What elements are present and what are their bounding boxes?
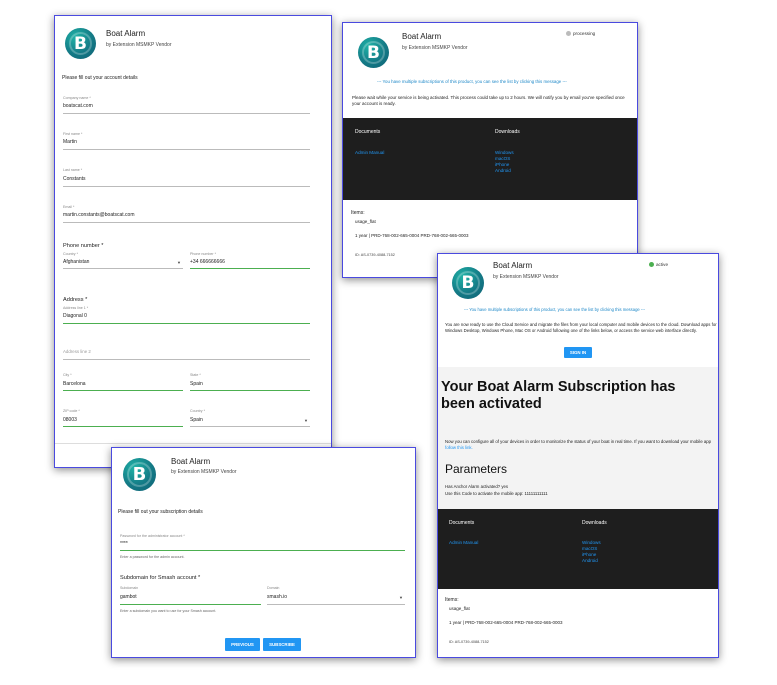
download-windows-link[interactable]: Windows (495, 150, 514, 155)
city-field[interactable]: Barcelona (63, 381, 86, 387)
subdomain-field[interactable]: gambot (120, 594, 137, 600)
item-name: usage_flat (355, 219, 376, 224)
processing-panel: B Boat Alarm by Extension MSMKP Vendor p… (342, 22, 638, 278)
vendor-label: by Extension MSMKP Vendor (493, 274, 559, 280)
item-line: 1 year | PRD-768-002-665-0004 PRD-768-00… (449, 620, 563, 625)
item-name: usage_flat (449, 606, 470, 611)
items-title: Items: (445, 597, 459, 603)
address-section-title: Address * (63, 297, 88, 303)
domain-select[interactable]: smash.io (267, 594, 287, 600)
vendor-label: by Extension MSMKP Vendor (171, 469, 237, 475)
account-details-panel: B Boat Alarm by Extension MSMKP Vendor P… (54, 15, 332, 468)
vendor-label: by Extension MSMKP Vendor (106, 42, 172, 48)
check-circle-icon (649, 262, 654, 267)
admin-manual-link[interactable]: Admin Manual (449, 540, 478, 545)
download-iphone-link[interactable]: iPhone (495, 162, 509, 167)
status-badge: processing (566, 31, 595, 36)
items-title: Items: (351, 210, 365, 216)
admin-manual-link[interactable]: Admin Manual (355, 150, 384, 155)
status-badge: active (649, 262, 668, 267)
boat-alarm-logo: B (123, 458, 156, 491)
parameters-title: Parameters (445, 462, 508, 476)
password-label: Password for the administrator account * (120, 534, 185, 538)
activation-band: Your Boat Alarm Subscription has been ac… (438, 367, 718, 509)
download-android-link[interactable]: Android (495, 168, 511, 173)
address-line-2-field[interactable]: Address line 2 (63, 349, 91, 354)
last-name-label: Last name * (63, 168, 83, 172)
product-title: Boat Alarm (106, 29, 146, 38)
country-select[interactable]: Spain (190, 417, 203, 423)
subdomain-hint: Enter a subdomain you want to use for yo… (120, 609, 217, 613)
item-line: 1 year | PRD-768-002-665-0004 PRD-768-00… (355, 233, 469, 238)
downloads-title: Downloads (495, 129, 520, 135)
sign-in-button[interactable]: SIGN IN (564, 347, 592, 358)
address-line-1-field[interactable]: Diagonal 0 (63, 313, 87, 319)
activated-headline: Your Boat Alarm Subscription has been ac… (441, 379, 676, 412)
activation-message: Please wait while your service is being … (352, 95, 625, 107)
product-title: Boat Alarm (171, 457, 211, 466)
subscriptions-notice-link[interactable]: --- You have multiple subscriptions of t… (377, 79, 567, 84)
email-label: Email * (63, 205, 75, 209)
email-field[interactable]: martin.constants@boatscat.com (63, 212, 135, 218)
chevron-down-icon[interactable]: ▼ (177, 260, 181, 265)
product-title: Boat Alarm (402, 32, 442, 41)
zip-field[interactable]: 08003 (63, 417, 77, 423)
previous-button[interactable]: PREVIOUS (225, 638, 260, 651)
state-field[interactable]: Spain (190, 381, 203, 387)
subscription-id: ID: AS-0739-4088-7152 (449, 640, 489, 644)
form-intro: Please fill out your account details (62, 75, 138, 81)
company-label: Company name * (63, 96, 91, 100)
first-name-label: First name * (63, 132, 83, 136)
documents-title: Documents (449, 520, 475, 526)
country-code-select[interactable]: Afghanistan (63, 259, 89, 265)
subscription-details-panel: B Boat Alarm by Extension MSMKP Vendor P… (111, 447, 416, 658)
download-windows-link[interactable]: Windows (582, 540, 601, 545)
active-panel: B Boat Alarm by Extension MSMKP Vendor a… (437, 253, 719, 658)
boat-alarm-logo: B (358, 37, 389, 68)
company-field[interactable]: boatscat.com (63, 103, 93, 109)
country-label: Country * (190, 409, 205, 413)
zip-label: ZIP code * (63, 409, 80, 413)
address-line-1-label: Address line 1 * (63, 306, 89, 310)
password-field[interactable]: **** (120, 541, 128, 547)
domain-label: Domain (267, 586, 280, 590)
phone-field[interactable]: +34 666666666 (190, 259, 225, 265)
param-activation-code: Use this Code to activate the mobile app… (445, 491, 548, 496)
download-macos-link[interactable]: macOS (582, 546, 597, 551)
subscription-id: ID: AS-0739-4088-7152 (355, 253, 395, 257)
last-name-field[interactable]: Constants (63, 176, 86, 182)
country-code-label: Country * (63, 252, 78, 256)
mobile-app-link[interactable]: follow this link. (445, 445, 473, 450)
state-label: State * (190, 373, 201, 377)
phone-section-title: Phone number * (63, 243, 104, 249)
processing-icon (566, 31, 571, 36)
city-label: City * (63, 373, 72, 377)
boat-alarm-logo: B (452, 267, 484, 299)
resources-band: Documents Downloads Admin Manual Windows… (343, 118, 637, 200)
subscribe-button[interactable]: SUBSCRIBE (263, 638, 301, 651)
subdomain-label: Subdomain (120, 586, 139, 590)
product-title: Boat Alarm (493, 261, 533, 270)
vendor-label: by Extension MSMKP Vendor (402, 45, 468, 51)
ready-message: You are now ready to use the Cloud Servi… (445, 322, 717, 333)
download-android-link[interactable]: Android (582, 558, 598, 563)
downloads-title: Downloads (582, 520, 607, 526)
chevron-down-icon[interactable]: ▼ (304, 418, 308, 423)
download-macos-link[interactable]: macOS (495, 156, 510, 161)
subscriptions-notice-link[interactable]: --- You have multiple subscriptions of t… (464, 307, 645, 312)
configure-message: Now you can configure all of your device… (445, 439, 712, 450)
form-intro: Please fill out your subscription detail… (118, 509, 203, 515)
chevron-down-icon[interactable]: ▼ (399, 595, 403, 600)
download-iphone-link[interactable]: iPhone (582, 552, 596, 557)
boat-alarm-logo: B (65, 28, 96, 59)
resources-band: Documents Downloads Admin Manual Windows… (438, 509, 718, 589)
documents-title: Documents (355, 129, 381, 135)
param-anchor-alarm: Has Anchor Alarm activated? yes (445, 484, 509, 489)
password-hint: Enter a password for the admin account. (120, 555, 185, 559)
phone-label: Phone number * (190, 252, 216, 256)
first-name-field[interactable]: Martin (63, 139, 77, 145)
subdomain-section-title: Subdomain for Smash account * (120, 575, 201, 581)
